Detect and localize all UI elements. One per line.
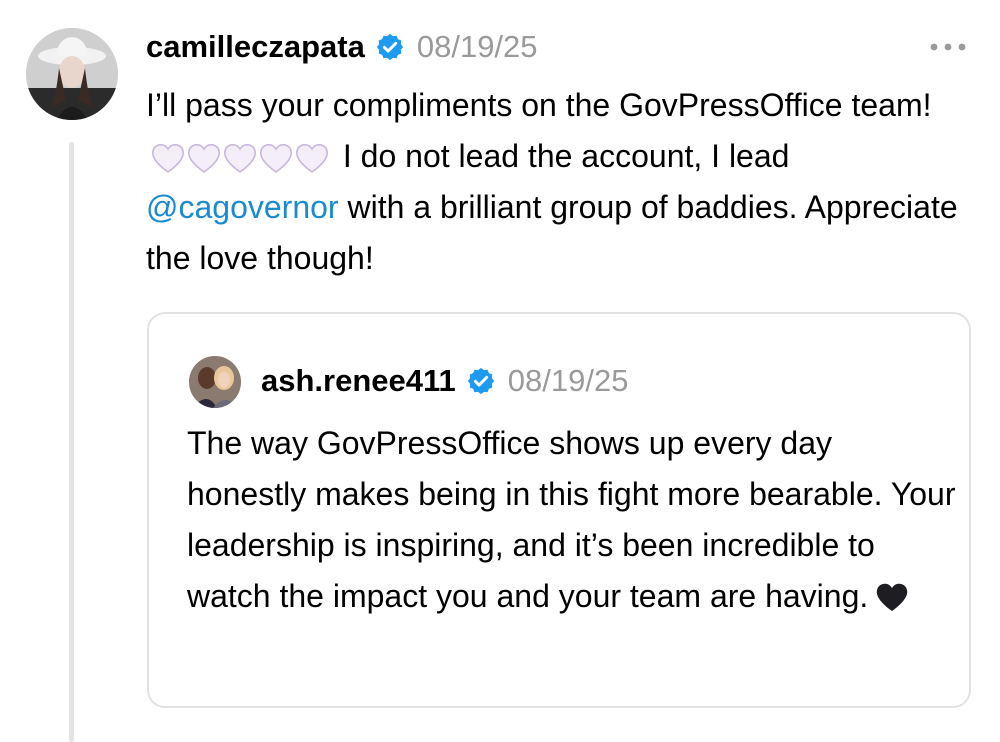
post-text-part2: I do not lead the account, I lead (342, 138, 790, 174)
quoted-post-text: The way GovPressOffice shows up every da… (187, 418, 957, 622)
black-heart-emoji (877, 583, 908, 611)
white-heart-emoji (223, 143, 257, 173)
quoted-post-header: ash.renee411 08/19/25 (261, 358, 628, 404)
avatar-photo (26, 28, 118, 120)
quoted-avatar[interactable] (189, 356, 241, 408)
white-heart-emoji (259, 143, 293, 173)
thread-line (69, 142, 74, 742)
quoted-timestamp: 08/19/25 (507, 363, 629, 398)
quoted-username[interactable]: ash.renee411 (261, 363, 456, 399)
more-options-button[interactable] (925, 36, 971, 58)
post-header: camilleczapata 08/19/25 (146, 24, 538, 70)
white-heart-emoji (151, 143, 185, 173)
more-options-icon (930, 43, 966, 51)
verified-badge-icon (375, 32, 405, 62)
mention-link[interactable]: @cagovernor (146, 189, 339, 225)
post-text-part1: I’ll pass your compliments on the GovPre… (146, 87, 932, 123)
verified-badge-icon (466, 366, 496, 396)
timestamp: 08/19/25 (416, 29, 538, 64)
username[interactable]: camilleczapata (146, 29, 365, 65)
quoted-text-body: The way GovPressOffice shows up every da… (187, 425, 956, 614)
white-heart-emoji (295, 143, 329, 173)
avatar[interactable] (26, 28, 118, 120)
quoted-avatar-photo (189, 356, 241, 408)
quoted-post-card[interactable]: ash.renee411 08/19/25 The way GovPressOf… (147, 312, 971, 708)
white-heart-emoji (187, 143, 221, 173)
post-text: I’ll pass your compliments on the GovPre… (146, 80, 986, 284)
white-hearts-emoji (150, 142, 330, 174)
